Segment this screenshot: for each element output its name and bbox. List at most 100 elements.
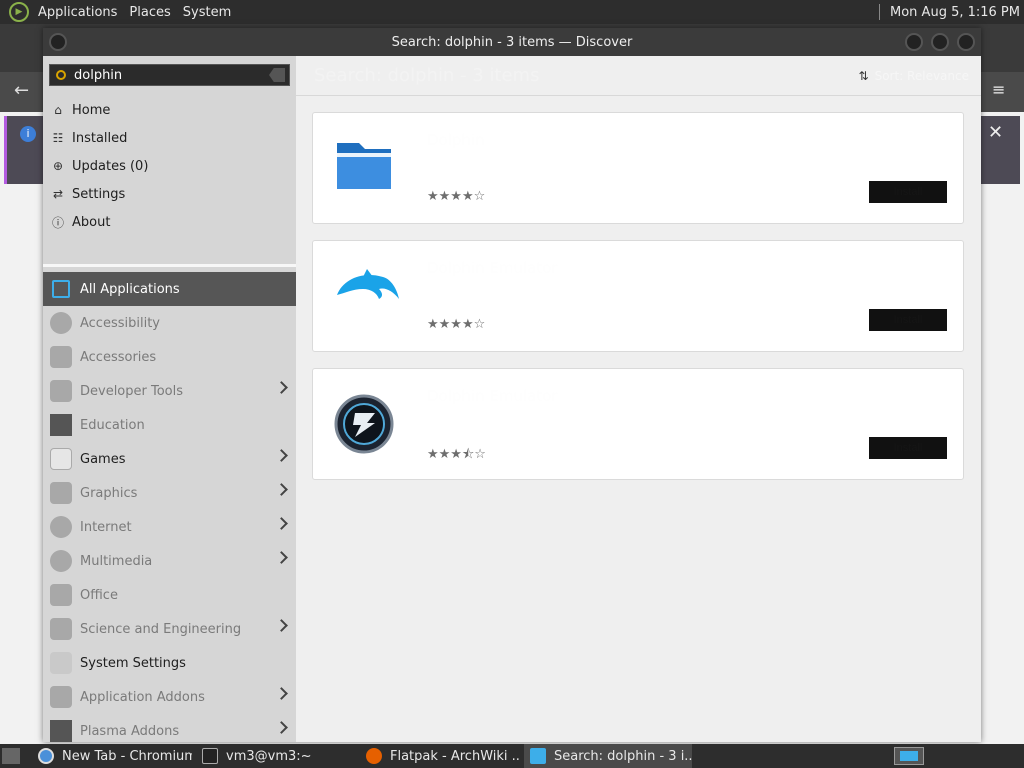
task-chromium[interactable]: New Tab - Chromium xyxy=(32,744,192,768)
office-icon xyxy=(50,584,72,606)
rating-stars: ★★★★☆ xyxy=(427,189,486,204)
rating-stars: ★★★★☆ xyxy=(427,317,486,332)
sidebar-item-updates[interactable]: ⊕ Updates (0) xyxy=(43,152,296,180)
chevron-right-icon xyxy=(275,517,288,530)
panel-separator xyxy=(879,4,881,20)
category-label: Plasma Addons xyxy=(80,723,180,739)
window-menu-icon[interactable] xyxy=(49,33,67,51)
chevron-right-icon xyxy=(275,687,288,700)
places-menu[interactable]: Places xyxy=(125,5,178,20)
sidebar-nav: ⌂ Home ☷ Installed ⊕ Updates (0) ⇄ Setti… xyxy=(43,96,296,236)
settings-icon: ⇄ xyxy=(52,187,64,201)
sidebar-item-label: Updates (0) xyxy=(72,158,149,174)
dolphin-icon xyxy=(333,265,401,329)
category-label: System Settings xyxy=(80,655,186,671)
category-application-addons[interactable]: Application Addons xyxy=(43,680,296,714)
back-arrow-icon[interactable]: ← xyxy=(14,80,29,101)
search-box[interactable] xyxy=(49,64,290,86)
clock-text: Mon Aug 5, 1:16 PM xyxy=(890,4,1020,20)
clear-search-icon[interactable] xyxy=(269,68,285,82)
minimize-icon[interactable] xyxy=(905,33,923,51)
close-icon[interactable]: ✕ xyxy=(988,122,1003,143)
internet-icon xyxy=(50,516,72,538)
category-all-applications[interactable]: All Applications xyxy=(43,272,296,306)
result-card[interactable]: Dolphin ★★★★☆ Install xyxy=(312,112,964,224)
task-label: Flatpak - ArchWiki ... xyxy=(390,748,520,764)
close-window-icon[interactable] xyxy=(957,33,975,51)
sidebar-item-label: Home xyxy=(72,102,111,118)
category-developer-tools[interactable]: Developer Tools xyxy=(43,374,296,408)
sidebar-item-label: About xyxy=(72,214,111,230)
hamburger-menu-icon[interactable]: ≡ xyxy=(992,80,1005,99)
clock[interactable]: Mon Aug 5, 1:16 PM xyxy=(879,0,1024,24)
applications-menu[interactable]: Applications xyxy=(34,5,125,20)
sidebar-item-installed[interactable]: ☷ Installed xyxy=(43,124,296,152)
workspace-icon xyxy=(900,751,918,761)
result-card[interactable]: Dolphin Emulator ★★★★☆ Install xyxy=(312,240,964,352)
category-multimedia[interactable]: Multimedia xyxy=(43,544,296,578)
category-label: Internet xyxy=(80,519,132,535)
category-graphics[interactable]: Graphics xyxy=(43,476,296,510)
task-discover[interactable]: Search: dolphin - 3 i... xyxy=(524,744,692,768)
accessories-icon xyxy=(50,346,72,368)
terminal-icon xyxy=(202,748,218,764)
show-desktop-button[interactable] xyxy=(0,744,22,768)
result-card[interactable]: Dolphin Emulator ★★★⯪☆ Install xyxy=(312,368,964,480)
workspace-switcher[interactable] xyxy=(894,747,924,765)
category-science-engineering[interactable]: Science and Engineering xyxy=(43,612,296,646)
category-label: Accessibility xyxy=(80,315,160,331)
category-system-settings[interactable]: System Settings xyxy=(43,646,296,680)
install-button[interactable]: Install xyxy=(869,437,947,459)
distro-logo-icon[interactable]: ▶ xyxy=(9,2,29,22)
chevron-right-icon xyxy=(275,381,288,394)
sort-icon: ⇅ xyxy=(858,69,869,83)
top-panel: ▶ Applications Places System Mon Aug 5, … xyxy=(0,0,1024,24)
chevron-right-icon xyxy=(275,551,288,564)
category-label: Science and Engineering xyxy=(80,621,242,637)
search-input[interactable] xyxy=(74,67,254,83)
sort-button[interactable]: ⇅ Sort: Relevance xyxy=(859,69,969,83)
window-titlebar[interactable]: Search: dolphin - 3 items — Discover xyxy=(43,28,981,56)
system-menu[interactable]: System xyxy=(179,5,239,20)
chromium-icon xyxy=(38,748,54,764)
install-button[interactable]: Install xyxy=(869,309,947,331)
show-desktop-icon xyxy=(2,748,20,764)
system-settings-icon xyxy=(50,652,72,674)
task-firefox[interactable]: Flatpak - ArchWiki ... xyxy=(360,744,520,768)
sidebar-item-settings[interactable]: ⇄ Settings xyxy=(43,180,296,208)
result-name: Dolphin xyxy=(427,131,485,149)
category-plasma-addons[interactable]: Plasma Addons xyxy=(43,714,296,748)
category-office[interactable]: Office xyxy=(43,578,296,612)
sidebar-item-about[interactable]: ⓘ About xyxy=(43,208,296,236)
application-addons-icon xyxy=(50,686,72,708)
category-internet[interactable]: Internet xyxy=(43,510,296,544)
sidebar-item-home[interactable]: ⌂ Home xyxy=(43,96,296,124)
category-education[interactable]: Education xyxy=(43,408,296,442)
installed-icon: ☷ xyxy=(52,131,64,145)
discover-window: Search: dolphin - 3 items — Discover ⌂ H… xyxy=(43,28,981,742)
sort-label: Sort: Relevance xyxy=(874,69,969,83)
category-accessibility[interactable]: Accessibility xyxy=(43,306,296,340)
task-label: Search: dolphin - 3 i... xyxy=(554,748,692,764)
task-terminal[interactable]: vm3@vm3:~ xyxy=(196,744,356,768)
task-label: vm3@vm3:~ xyxy=(226,748,312,764)
firefox-icon xyxy=(366,748,382,764)
category-games[interactable]: Games xyxy=(43,442,296,476)
category-label: Office xyxy=(80,587,118,603)
sidebar-item-label: Settings xyxy=(72,186,126,202)
sidebar-divider xyxy=(43,264,296,267)
category-label: Developer Tools xyxy=(80,383,184,399)
maximize-icon[interactable] xyxy=(931,33,949,51)
install-button[interactable]: Install xyxy=(869,181,947,203)
category-label: Graphics xyxy=(80,485,138,501)
info-icon: ⓘ xyxy=(51,215,64,230)
folder-icon xyxy=(333,137,401,201)
chevron-right-icon xyxy=(275,721,288,734)
games-icon xyxy=(50,448,72,470)
category-accessories[interactable]: Accessories xyxy=(43,340,296,374)
main-content: Search: dolphin - 3 items ⇅ Sort: Releva… xyxy=(296,56,981,742)
developer-tools-icon xyxy=(50,380,72,402)
discover-icon xyxy=(530,748,546,764)
result-name: Dolphin Emulator xyxy=(427,259,558,277)
sidebar: ⌂ Home ☷ Installed ⊕ Updates (0) ⇄ Setti… xyxy=(43,56,296,742)
